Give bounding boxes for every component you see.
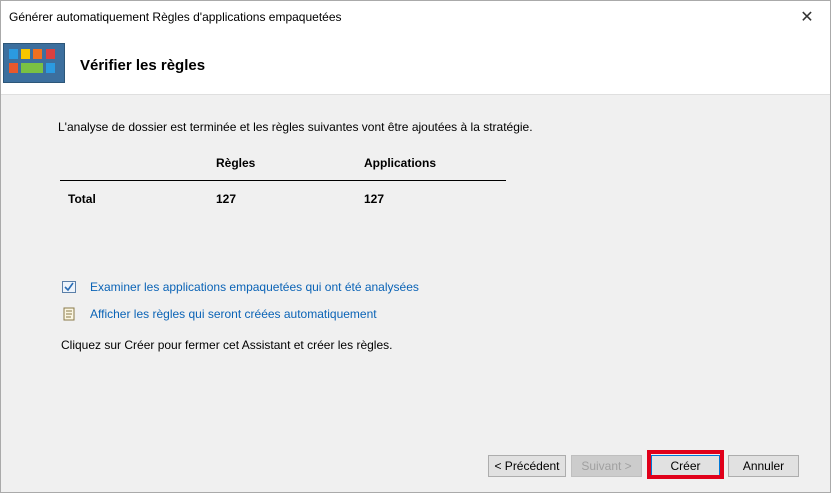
intro-text: L'analyse de dossier est terminée et les… <box>58 120 533 134</box>
table-divider <box>60 180 506 181</box>
column-header-applications: Applications <box>364 156 437 170</box>
close-button[interactable]: ✕ <box>784 1 830 33</box>
wizard-window: Générer automatiquement Règles d'applica… <box>0 0 831 493</box>
outro-text: Cliquez sur Créer pour fermer cet Assist… <box>61 338 393 352</box>
window-title: Générer automatiquement Règles d'applica… <box>9 10 342 24</box>
review-apps-link[interactable]: Examiner les applications empaquetées qu… <box>90 280 419 294</box>
row-label-total: Total <box>68 192 96 206</box>
rules-count: 127 <box>216 192 237 206</box>
footer-divider <box>1 441 830 442</box>
title-bar: Générer automatiquement Règles d'applica… <box>1 1 830 33</box>
scroll-icon <box>61 306 77 322</box>
page-title: Vérifier les règles <box>80 57 206 74</box>
close-icon: ✕ <box>800 9 814 26</box>
create-button-highlight <box>647 450 724 479</box>
previous-button[interactable]: < Précédent <box>488 455 566 477</box>
show-rules-link[interactable]: Afficher les règles qui seront créées au… <box>90 307 377 321</box>
applications-count: 127 <box>364 192 385 206</box>
packaged-apps-icon <box>3 43 65 83</box>
next-button[interactable]: Suivant > <box>571 455 642 477</box>
column-header-rules: Règles <box>216 156 256 170</box>
review-apps-link-row[interactable]: Examiner les applications empaquetées qu… <box>61 279 419 295</box>
wizard-content: L'analyse de dossier est terminée et les… <box>1 96 830 441</box>
checklist-icon <box>61 279 77 295</box>
show-rules-link-row[interactable]: Afficher les règles qui seront créées au… <box>61 306 377 322</box>
wizard-header: Vérifier les règles <box>1 33 830 95</box>
cancel-button[interactable]: Annuler <box>728 455 799 477</box>
